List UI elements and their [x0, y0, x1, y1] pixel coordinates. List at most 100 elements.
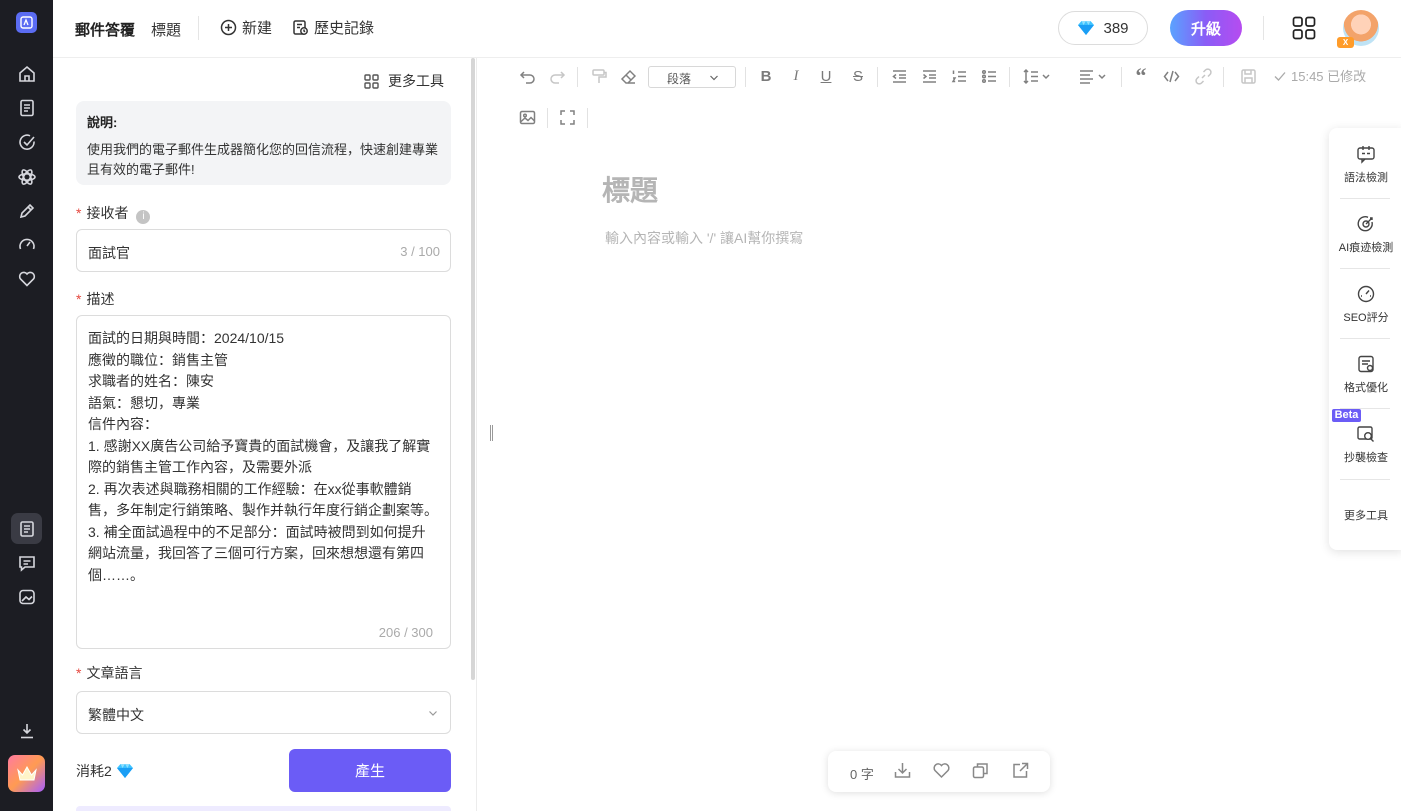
- underline-icon[interactable]: U: [816, 66, 836, 86]
- cost-indicator: 消耗2: [76, 761, 134, 781]
- diamond-icon: [116, 764, 133, 778]
- ordered-list-icon[interactable]: [949, 66, 969, 86]
- language-select[interactable]: 繁體中文: [76, 691, 451, 734]
- scrollbar[interactable]: [471, 58, 475, 680]
- tab-title[interactable]: 標題: [151, 19, 181, 40]
- outdent-icon[interactable]: [889, 66, 909, 86]
- generate-button[interactable]: 產生: [289, 749, 451, 792]
- fullscreen-icon[interactable]: [557, 107, 577, 127]
- history-button[interactable]: 歷史記錄: [292, 17, 374, 38]
- share-icon[interactable]: [1011, 761, 1031, 781]
- diamond-icon: [1078, 21, 1095, 35]
- italic-icon[interactable]: I: [786, 66, 806, 86]
- more-tools-label: 更多工具: [388, 73, 444, 89]
- check-icon: [1274, 71, 1286, 81]
- paragraph-select[interactable]: 段落: [648, 66, 736, 88]
- indent-icon[interactable]: [919, 66, 939, 86]
- resize-handle[interactable]: [490, 425, 493, 441]
- gem-balance[interactable]: 389: [1058, 11, 1148, 45]
- description-counter: 206 / 300: [378, 625, 433, 640]
- atom-icon[interactable]: [15, 165, 39, 189]
- format-painter-icon[interactable]: [589, 66, 609, 86]
- ai-trace-detect-tool[interactable]: AI痕迹檢測: [1329, 199, 1401, 269]
- bold-icon[interactable]: B: [756, 66, 776, 86]
- chat-icon[interactable]: [15, 551, 39, 575]
- crown-icon[interactable]: [8, 755, 45, 792]
- chevron-down-icon: [710, 75, 718, 81]
- top-bar: 郵件答覆 標題 新建 歷史記錄 389 升級 X: [53, 0, 1401, 58]
- gem-count: 389: [1103, 19, 1129, 37]
- code-icon[interactable]: [1161, 66, 1181, 86]
- grammar-check-tool[interactable]: 語法檢測: [1329, 129, 1401, 199]
- chevron-down-icon: [429, 711, 437, 716]
- insert-image-icon[interactable]: [517, 107, 537, 127]
- paragraph-select-value: 段落: [667, 72, 692, 86]
- avatar[interactable]: X: [1337, 10, 1379, 48]
- plagiarism-check-tool[interactable]: 抄襲檢查: [1329, 409, 1401, 479]
- left-rail: [0, 0, 53, 811]
- more-tools-button[interactable]: 更多工具: [364, 71, 444, 91]
- document-icon[interactable]: [15, 96, 39, 120]
- link-icon[interactable]: [1193, 66, 1213, 86]
- eraser-icon[interactable]: [618, 66, 638, 86]
- info-icon[interactable]: i: [136, 210, 151, 224]
- undo-icon[interactable]: [517, 66, 537, 86]
- save-status: 15:45 已修改: [1273, 66, 1366, 85]
- new-button[interactable]: 新建: [220, 17, 272, 38]
- bottom-action-bar: 0 字: [828, 751, 1050, 792]
- description-textarea[interactable]: 面試的日期與時間：2024/10/15 應徵的職位：銷售主管 求職者的姓名：陳安…: [76, 315, 451, 649]
- recipient-input[interactable]: 面試官 3 / 100: [76, 229, 451, 272]
- divider: [198, 16, 199, 40]
- word-count: 0 字: [850, 767, 874, 782]
- heart-icon[interactable]: [15, 267, 39, 291]
- recipient-value: 面試官: [88, 245, 130, 261]
- quote-icon[interactable]: “: [1131, 63, 1151, 88]
- history-label: 歷史記錄: [314, 20, 375, 37]
- line-height-icon[interactable]: [1021, 66, 1057, 86]
- document-title-input[interactable]: 標題: [602, 169, 658, 209]
- more-tools-side-button[interactable]: 更多工具: [1329, 480, 1401, 550]
- editor-toolbar: 段落 B I U S “ 15:45 已修改: [517, 63, 1377, 136]
- grid-icon: [364, 73, 379, 89]
- seo-score-tool[interactable]: SEO評分: [1329, 269, 1401, 339]
- description-box: 說明: 使用我們的電子郵件生成器簡化您的回信流程，快速創建專業且有效的電子郵件!: [76, 101, 451, 185]
- divider: [1263, 16, 1264, 40]
- app-logo-icon[interactable]: [16, 12, 37, 33]
- new-label: 新建: [242, 20, 273, 37]
- editor-area: 段落 B I U S “ 15:45 已修改 標題 輸入內容或輸入 '/' 讓A…: [477, 58, 1401, 811]
- download-icon[interactable]: [893, 761, 913, 781]
- format-optimize-tool[interactable]: 格式優化: [1329, 339, 1401, 409]
- copy-icon[interactable]: [971, 761, 991, 781]
- apps-grid-icon[interactable]: [1292, 16, 1316, 40]
- vip-badge: X: [1337, 37, 1354, 48]
- recipient-label: * 接收者 i: [76, 203, 151, 224]
- align-icon[interactable]: [1077, 66, 1113, 86]
- check-circle-icon[interactable]: [15, 130, 39, 154]
- description-text: 使用我們的電子郵件生成器簡化您的回信流程，快速創建專業且有效的電子郵件!: [87, 142, 439, 177]
- format-icon: [1358, 355, 1374, 372]
- strikethrough-icon[interactable]: S: [848, 66, 868, 86]
- ai-detect-icon: [1357, 215, 1373, 231]
- email-reply-nav-icon[interactable]: [11, 513, 42, 544]
- document-body-input[interactable]: 輸入內容或輸入 '/' 讓AI幫你撰寫: [605, 228, 803, 248]
- bullet-list-icon[interactable]: [979, 66, 999, 86]
- download-icon[interactable]: [15, 719, 39, 743]
- image-icon[interactable]: [15, 585, 39, 609]
- history-icon: [293, 20, 308, 35]
- gauge-icon[interactable]: [15, 233, 39, 257]
- home-icon[interactable]: [15, 62, 39, 86]
- heart-icon[interactable]: [932, 761, 952, 781]
- desc-label: * 描述: [76, 291, 115, 307]
- form-panel: 更多工具 說明: 使用我們的電子郵件生成器簡化您的回信流程，快速創建專業且有效的…: [53, 58, 477, 811]
- upgrade-button[interactable]: 升級: [1170, 10, 1242, 46]
- pencil-icon[interactable]: [15, 199, 39, 223]
- plus-circle-icon: [220, 19, 237, 36]
- plagiarism-icon: [1357, 425, 1374, 442]
- redo-icon[interactable]: [547, 66, 567, 86]
- seo-gauge-icon: [1357, 285, 1375, 302]
- cost-label: 消耗2: [76, 763, 112, 779]
- save-icon[interactable]: [1238, 66, 1258, 86]
- description-value: 面試的日期與時間：2024/10/15 應徵的職位：銷售主管 求職者的姓名：陳安…: [88, 330, 438, 583]
- language-value: 繁體中文: [88, 707, 144, 723]
- app-name: 郵件答覆: [75, 22, 136, 39]
